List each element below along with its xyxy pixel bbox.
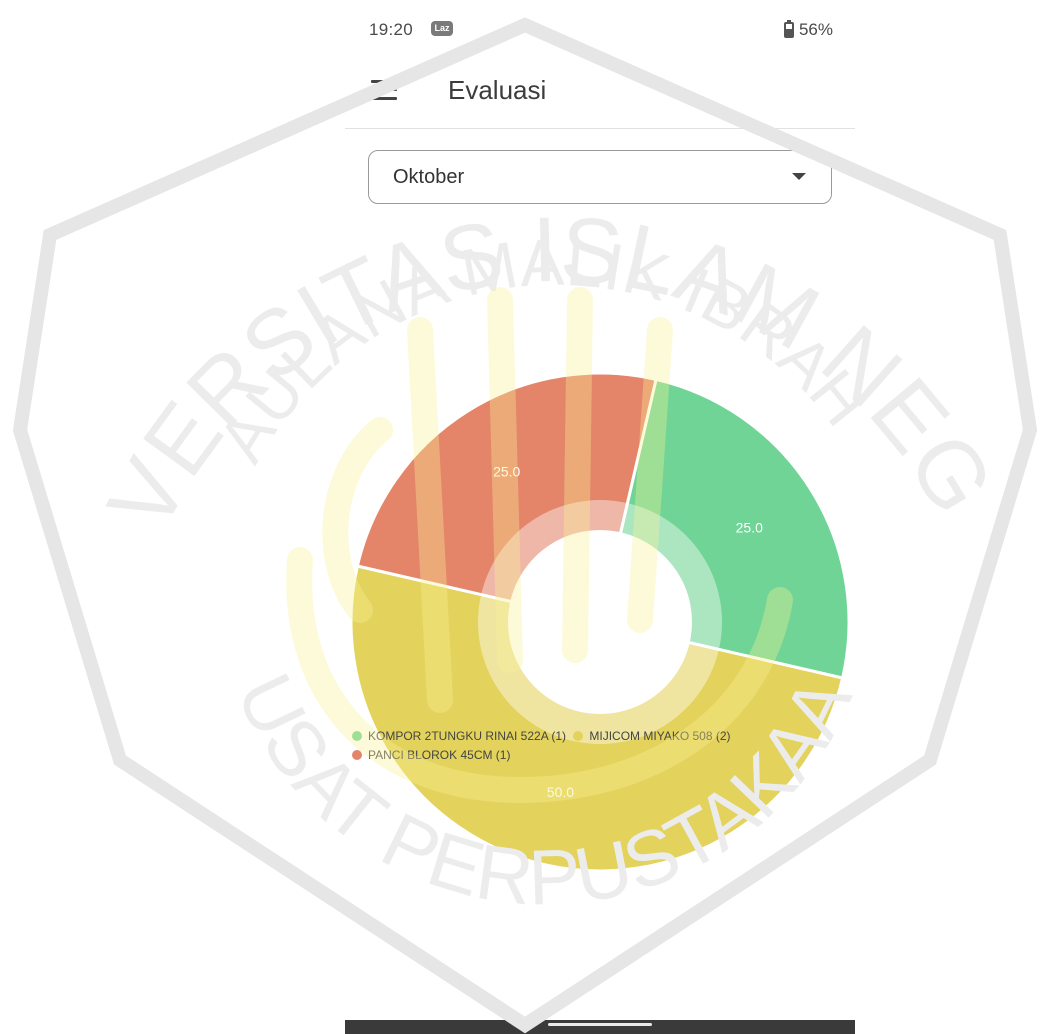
- slice-value-label: 25.0: [493, 463, 520, 479]
- donut-hole: [508, 530, 692, 714]
- hamburger-menu-icon[interactable]: [371, 80, 397, 100]
- legend-swatch: [573, 731, 584, 741]
- legend-label: PANCI BLOROK 45CM (1): [368, 748, 511, 762]
- page-title: Evaluasi: [448, 75, 547, 105]
- slice-value-label: 50.0: [547, 784, 574, 800]
- month-dropdown[interactable]: Oktober: [368, 150, 832, 204]
- legend-swatch: [352, 750, 362, 760]
- battery-indicator: 56%: [783, 20, 833, 40]
- legend-item: PANCI BLOROK 45CM (1): [352, 746, 510, 764]
- notification-badge-icon: Laz: [431, 21, 453, 36]
- battery-icon: [783, 20, 794, 38]
- home-gesture-handle[interactable]: [548, 1023, 652, 1026]
- legend-row: KOMPOR 2TUNGKU RINAI 522A (1) MIJICOM MI…: [352, 727, 852, 746]
- legend-item: MIJICOM MIYAKO 508 (2): [573, 727, 731, 745]
- system-nav-bar: [345, 1020, 855, 1034]
- legend-row: PANCI BLOROK 45CM (1): [352, 746, 852, 765]
- status-bar: 19:20 Laz 56%: [369, 18, 833, 46]
- status-time: 19:20: [369, 20, 414, 39]
- legend-swatch: [352, 731, 362, 741]
- dropdown-arrow-icon: [792, 173, 806, 180]
- legend-item: KOMPOR 2TUNGKU RINAI 522A (1): [352, 727, 566, 745]
- legend-label: MIJICOM MIYAKO 508 (2): [589, 729, 731, 743]
- legend-label: KOMPOR 2TUNGKU RINAI 522A (1): [368, 729, 567, 743]
- slice-value-label: 25.0: [736, 519, 763, 535]
- donut-chart: 25.0 50.0 25.0: [349, 371, 851, 870]
- battery-level: 56%: [798, 20, 833, 39]
- month-dropdown-value: Oktober: [393, 166, 465, 188]
- chart-legend: KOMPOR 2TUNGKU RINAI 522A (1) MIJICOM MI…: [352, 727, 852, 765]
- app-bar: Evaluasi: [345, 60, 855, 129]
